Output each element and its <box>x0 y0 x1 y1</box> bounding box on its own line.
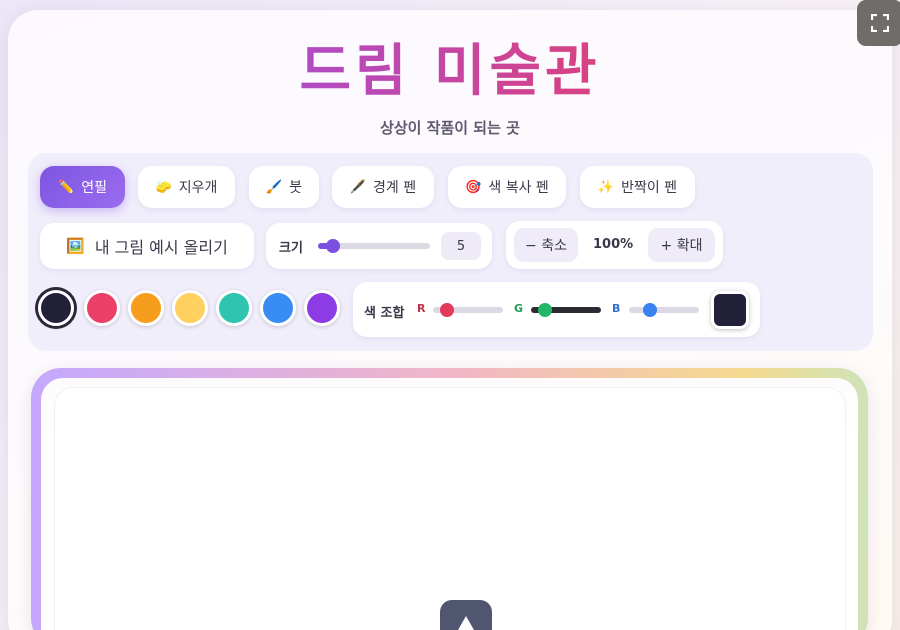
color-swatch-orange[interactable] <box>128 290 164 326</box>
size-control: 크기 5 <box>266 223 492 269</box>
pencil-icon: ✏️ <box>58 179 75 195</box>
green-label: G <box>514 302 524 315</box>
glitter-pen-tool-button[interactable]: ✨ 반짝이 펜 <box>580 166 695 208</box>
color-swatch-navy[interactable] <box>38 290 74 326</box>
paintbrush-icon: 🖌️ <box>265 179 283 195</box>
size-label: 크기 <box>279 241 303 256</box>
sparkles-icon: ✨ <box>597 179 615 195</box>
size-slider[interactable] <box>318 239 430 253</box>
target-icon: 🎯 <box>465 179 482 195</box>
picture-icon: 🖼️ <box>66 237 85 255</box>
upload-example-button[interactable]: 🖼️ 내 그림 예시 올리기 <box>40 223 254 269</box>
blue-label: B <box>612 302 621 315</box>
tool-label: 지우개 <box>178 180 218 196</box>
size-slider-thumb[interactable] <box>326 239 341 253</box>
zoom-in-button[interactable]: + 확대 <box>648 228 715 262</box>
upload-label: 내 그림 예시 올리기 <box>94 238 228 257</box>
color-swatch-blue[interactable] <box>260 290 296 326</box>
brush-tool-button[interactable]: 🖌️ 붓 <box>249 166 319 208</box>
mixer-label: 색 조합 <box>364 306 405 321</box>
size-value: 5 <box>441 232 481 260</box>
color-swatch-teal[interactable] <box>216 290 252 326</box>
red-slider[interactable] <box>433 303 503 317</box>
sponge-icon: 🧽 <box>155 179 172 195</box>
color-swatch-red[interactable] <box>84 290 120 326</box>
fullscreen-icon <box>871 14 889 32</box>
tool-label: 경계 펜 <box>373 180 417 196</box>
arrow-up-icon <box>458 616 474 630</box>
blue-slider[interactable] <box>629 303 699 317</box>
color-swatch-yellow[interactable] <box>172 290 208 326</box>
canvas-frame <box>31 368 868 630</box>
page-title: 드림 미술관 <box>299 39 601 104</box>
color-picker-tool-button[interactable]: 🎯 색 복사 펜 <box>448 166 566 208</box>
red-label: R <box>417 302 426 315</box>
toolbar: ✏️ 연필 🧽 지우개 🖌️ 붓 🖋️ 경계 펜 🎯 색 복사 펜 ✨ 반짝이 … <box>28 153 873 351</box>
blue-slider-thumb[interactable] <box>642 303 657 317</box>
drawing-canvas[interactable] <box>55 388 845 630</box>
zoom-control: − 축소 100% + 확대 <box>506 221 723 269</box>
green-slider[interactable] <box>531 303 601 317</box>
color-mixer: 색 조합 R G B <box>353 282 760 337</box>
page-subtitle: 상상이 작품이 되는 곳 <box>380 119 520 137</box>
zoom-out-button[interactable]: − 축소 <box>514 228 578 262</box>
tool-label: 연필 <box>81 180 107 196</box>
green-slider-thumb[interactable] <box>538 303 553 317</box>
scroll-up-button[interactable] <box>440 600 492 630</box>
canvas-inner <box>41 378 858 630</box>
zoom-level: 100% <box>593 237 634 252</box>
red-slider-thumb[interactable] <box>440 303 455 317</box>
eraser-tool-button[interactable]: 🧽 지우개 <box>138 166 235 208</box>
mixed-color-preview <box>711 291 749 329</box>
pen-icon: 🖋️ <box>349 179 367 195</box>
tool-label: 붓 <box>289 180 303 196</box>
outline-pen-tool-button[interactable]: 🖋️ 경계 펜 <box>332 166 434 208</box>
tool-label: 반짝이 펜 <box>621 180 678 196</box>
pencil-tool-button[interactable]: ✏️ 연필 <box>40 166 125 208</box>
color-swatch-purple[interactable] <box>304 290 340 326</box>
tool-label: 색 복사 펜 <box>488 180 549 196</box>
